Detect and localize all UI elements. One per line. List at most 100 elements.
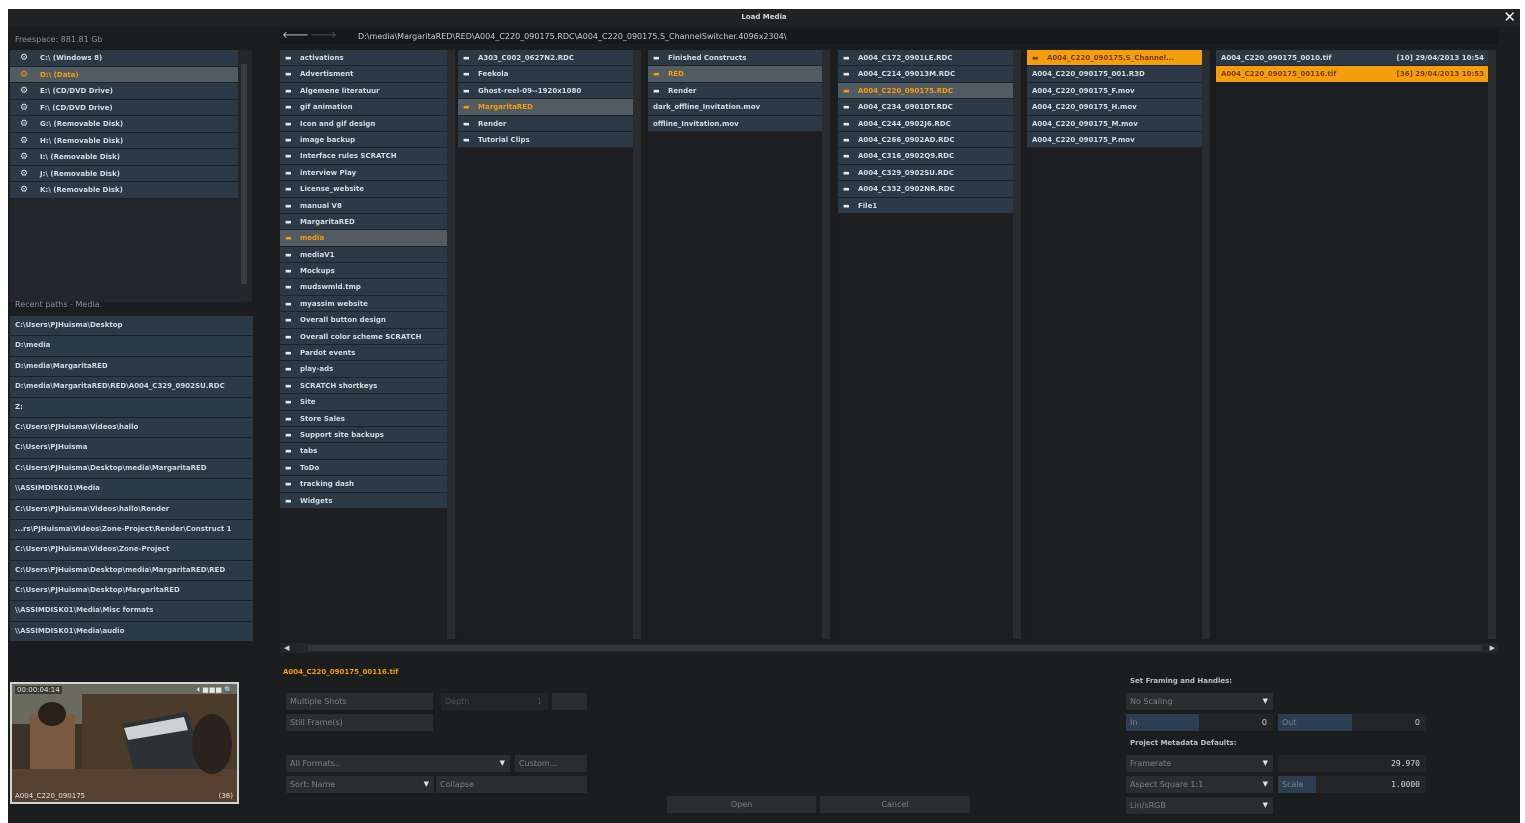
folder-item[interactable]: ▬ Widgets xyxy=(280,492,447,509)
folder-item[interactable]: ▬ Support site backups xyxy=(280,426,447,444)
drive-item[interactable]: ⚙ D:\ (Data) xyxy=(10,66,238,83)
recent-path-item[interactable]: C:\Users\PJHuisma\Desktop\media\Margarit… xyxy=(10,560,253,582)
drive-item[interactable]: ⚙ K:\ (Removable Disk) xyxy=(10,182,238,199)
recent-path-item[interactable]: D:\media\MargaritaRED\RED\A004_C329_0902… xyxy=(10,377,253,398)
folder-item[interactable]: ▬ A004_C220_090175.RDC xyxy=(838,82,1013,100)
recent-path-item[interactable]: \\ASSIMDISK01\Media xyxy=(10,479,253,500)
file-item[interactable]: A004_C220_090175_M.mov xyxy=(1027,115,1202,132)
multiple-shots-toggle[interactable]: Multiple Shots xyxy=(286,693,433,710)
folder-item[interactable]: ▬ MargaritaRED xyxy=(280,213,447,231)
framerate-field[interactable]: 29.970 xyxy=(1278,755,1426,772)
folder-item[interactable]: ▬ Icon and gif design xyxy=(280,115,447,132)
folder-item[interactable]: ▬ A004_C332_0902NR.RDC xyxy=(838,181,1013,198)
drive-item[interactable]: ⚙ E:\ (CD/DVD Drive) xyxy=(10,83,238,100)
file-item[interactable]: A004_C220_090175_001.R3D xyxy=(1027,66,1202,83)
recent-path-item[interactable]: \\ASSIMDISK01\Media\audio xyxy=(10,621,253,643)
column-scrollbar[interactable] xyxy=(1013,50,1021,639)
file-item[interactable]: A004_C220_090175_0010.tif [10] 29/04/2013… xyxy=(1216,50,1488,67)
drive-item[interactable]: ⚙ I:\ (Removable Disk) xyxy=(10,149,238,166)
collapse-toggle[interactable]: Collapse xyxy=(436,776,587,793)
drive-item[interactable]: ⚙ G:\ (Removable Disk) xyxy=(10,116,238,133)
folder-item[interactable]: ▬ A303_C002_0627N2.RDC xyxy=(458,50,633,67)
recent-path-item[interactable]: C:\Users\PJHuisma\Videos\hallo xyxy=(10,417,253,439)
folder-item[interactable]: ▬ A004_C172_0901LE.RDC xyxy=(838,50,1013,67)
scale-field[interactable]: 1.0000 xyxy=(1316,776,1426,793)
column-scrollbar[interactable] xyxy=(1488,50,1496,639)
folder-item[interactable]: ▬ MargaritaRED xyxy=(458,99,633,116)
recent-path-item[interactable]: D:\media\MargaritaRED xyxy=(10,356,253,378)
column-scrollbar[interactable] xyxy=(633,50,641,639)
column-scrollbar[interactable] xyxy=(1202,50,1210,639)
recent-path-item[interactable]: C:\Users\PJHuisma\Desktop\media\Margarit… xyxy=(10,458,253,480)
out-field[interactable]: 0 xyxy=(1352,714,1426,731)
folder-item[interactable]: ▬ License_website xyxy=(280,181,447,198)
custom-button[interactable]: Custom... xyxy=(515,755,587,772)
folder-item[interactable]: ▬ Algemene literatuur xyxy=(280,82,447,100)
recent-path-item[interactable]: Z: xyxy=(10,397,253,418)
horizontal-scroll-thumb[interactable] xyxy=(308,645,1482,651)
sort-select[interactable]: Sort: Name ▼ xyxy=(286,776,434,793)
folder-item[interactable]: ▬ Advertisment xyxy=(280,66,447,83)
folder-item[interactable]: ▬ A004_C244_0902J6.RDC xyxy=(838,115,1013,132)
folder-item[interactable]: ▬ manual V8 xyxy=(280,197,447,214)
recent-path-item[interactable]: C:\Users\PJHuisma xyxy=(10,438,253,459)
file-item[interactable]: offline_Invitation.mov xyxy=(648,115,822,132)
folder-item[interactable]: ▬ A004_C329_0902SU.RDC xyxy=(838,164,1013,182)
folder-item[interactable]: ▬ A004_C214_09013M.RDC xyxy=(838,66,1013,83)
folder-item[interactable]: ▬ A004_C316_0902Q9.RDC xyxy=(838,148,1013,165)
folder-item[interactable]: ▬ Render xyxy=(458,115,633,132)
depth-stepper[interactable] xyxy=(552,693,587,710)
folder-item[interactable]: ▬ Tutorial Clips xyxy=(458,131,633,149)
folder-item[interactable]: ▬ Overall color scheme SCRATCH xyxy=(280,328,447,346)
folder-item[interactable]: ▬ image backup xyxy=(280,131,447,149)
recent-path-item[interactable]: ...rs\PJHuisma\Videos\Zone-Project\Rende… xyxy=(10,519,253,541)
drive-item[interactable]: ⚙ F:\ (CD/DVD Drive) xyxy=(10,99,238,116)
depth-field[interactable]: Depth 1 xyxy=(441,693,548,710)
folder-item[interactable]: ▬ mediaV1 xyxy=(280,246,447,264)
recent-path-item[interactable]: C:\Users\PJHuisma\Videos\Zone-Project xyxy=(10,540,253,561)
in-field[interactable]: 0 xyxy=(1199,714,1273,731)
scroll-right-icon[interactable]: ▶ xyxy=(1490,643,1495,653)
folder-item[interactable]: ▬ myassim website xyxy=(280,295,447,313)
drive-item[interactable]: ⚙ J:\ (Removable Disk) xyxy=(10,165,238,182)
folder-item[interactable]: ▬ media xyxy=(280,230,447,247)
folder-item[interactable]: ▬ Mockups xyxy=(280,263,447,280)
folder-item[interactable]: ▬ Pardot events xyxy=(280,345,447,362)
column-scrollbar[interactable] xyxy=(822,50,830,639)
folder-item[interactable]: ▬ A004_C266_0902AD.RDC xyxy=(838,131,1013,149)
folder-item[interactable]: ▬ activations xyxy=(280,50,447,67)
recent-path-item[interactable]: C:\Users\PJHuisma\Desktop\MargaritaRED xyxy=(10,581,253,602)
current-path[interactable]: D:\media\MargaritaRED\RED\A004_C220_0901… xyxy=(358,29,786,44)
folder-item[interactable]: ▬ RED xyxy=(648,66,822,83)
format-select[interactable]: All Formats.. ▼ xyxy=(286,755,510,772)
drive-list-scrollbar[interactable] xyxy=(240,50,248,302)
aspect-select[interactable]: Aspect Square 1:1 ▼ xyxy=(1126,776,1273,793)
folder-item[interactable]: ▬ interview Play xyxy=(280,164,447,182)
folder-item[interactable]: ▬ A004_C234_0901DT.RDC xyxy=(838,99,1013,116)
close-icon[interactable]: ✕ xyxy=(1503,10,1516,25)
column-scrollbar[interactable] xyxy=(447,50,455,639)
folder-item[interactable]: ▬ tracking dash xyxy=(280,476,447,493)
folder-item[interactable]: ▬ Feekola xyxy=(458,66,633,83)
folder-item[interactable]: ▬ Store Sales xyxy=(280,410,447,427)
scroll-left-icon[interactable]: ◀ xyxy=(284,643,289,653)
back-button[interactable]: 🡐 xyxy=(282,29,309,44)
drive-item[interactable]: ⚙ C:\ (Windows 8) xyxy=(10,50,238,67)
recent-path-item[interactable]: \\ASSIMDISK01\Media\Misc formats xyxy=(10,601,253,622)
folder-item[interactable]: ▬ Ghost-reel-09--1920x1080 xyxy=(458,82,633,100)
horizontal-scrollbar[interactable]: ◀ ▶ xyxy=(280,643,1498,653)
folder-item[interactable]: ▬ Finished Constructs xyxy=(648,50,822,67)
preview-controls-icon[interactable]: ⏴ ■■■ 🔍 xyxy=(196,686,233,695)
folder-item[interactable]: ▬ tabs xyxy=(280,443,447,460)
folder-item[interactable]: ▬ SCRATCH shortkeys xyxy=(280,377,447,395)
still-frames-toggle[interactable]: Still Frame(s) xyxy=(286,714,433,731)
forward-button[interactable]: 🡒 xyxy=(310,29,337,44)
file-item[interactable]: dark_offline_Invitation.mov xyxy=(648,99,822,116)
folder-item[interactable]: ▬ Overall button design xyxy=(280,312,447,329)
colorspace-select[interactable]: Lin/sRGB ▼ xyxy=(1126,797,1273,814)
file-item[interactable]: A004_C220_090175_F.mov xyxy=(1027,82,1202,100)
folder-item[interactable]: ▬ ToDo xyxy=(280,459,447,477)
folder-item[interactable]: ▬ mudswmld.tmp xyxy=(280,279,447,296)
folder-item[interactable]: ▬ File1 xyxy=(838,197,1013,214)
folder-item[interactable]: ▬ Site xyxy=(280,394,447,411)
